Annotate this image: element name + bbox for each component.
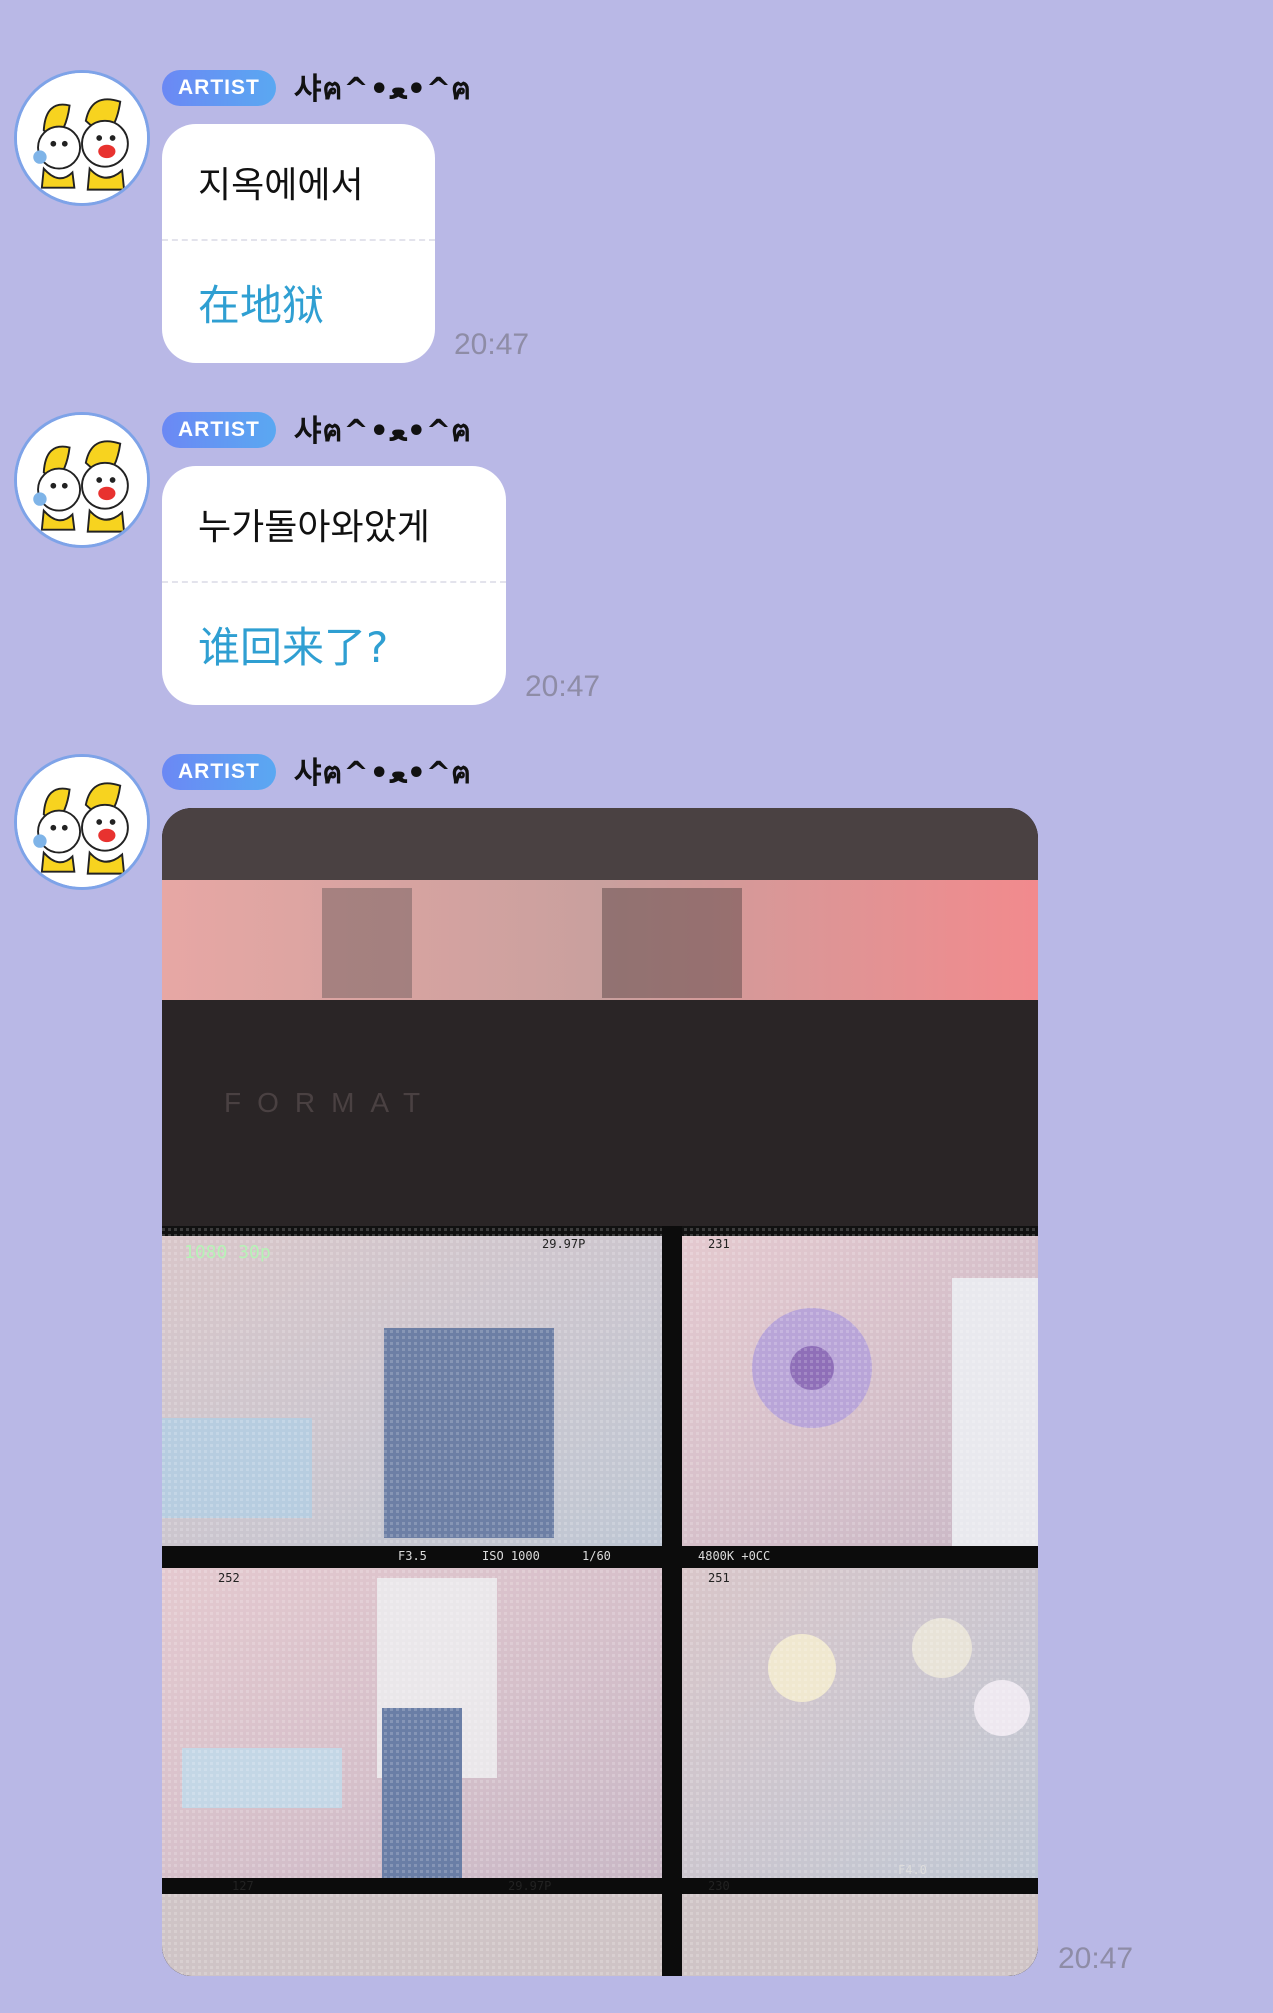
message-bubble[interactable]: 지옥에에서 在地狱 — [162, 124, 435, 363]
monitor-readout: 1080 30p — [184, 1242, 271, 1263]
artist-badge: ARTIST — [162, 70, 276, 106]
message-header: ARTIST 샤ฅ^•ﻌ•^ฅ — [162, 68, 472, 108]
monitor-readout: F4.0 — [898, 1863, 927, 1877]
monitor-readout: 230 — [708, 1879, 730, 1893]
timestamp: 20:47 — [525, 670, 601, 703]
sender-nickname[interactable]: 샤ฅ^•ﻌ•^ฅ — [294, 748, 472, 797]
monitor-readout: ISO 1000 — [482, 1549, 540, 1563]
monitor-readout: 127 — [232, 1879, 254, 1893]
avatar[interactable] — [14, 412, 150, 548]
monitor-readout: 1/60 — [582, 1549, 611, 1563]
artist-badge: ARTIST — [162, 754, 276, 790]
message-header: ARTIST 샤ฅ^•ﻌ•^ฅ — [162, 410, 472, 450]
monitor-readout: 231 — [708, 1237, 730, 1251]
format-label: FORMAT — [224, 1087, 436, 1118]
sender-nickname[interactable]: 샤ฅ^•ﻌ•^ฅ — [294, 64, 472, 113]
message-header: ARTIST 샤ฅ^•ﻌ•^ฅ — [162, 752, 472, 792]
avatar[interactable] — [14, 70, 150, 206]
timestamp: 20:47 — [1058, 1942, 1134, 1975]
original-text: 누가돌아와았게 — [198, 506, 430, 548]
timestamp: 20:47 — [454, 328, 530, 361]
sender-nickname[interactable]: 샤ฅ^•ﻌ•^ฅ — [294, 406, 472, 455]
monitor-readout: 251 — [708, 1571, 730, 1585]
monitor-readout: 252 — [218, 1571, 240, 1585]
original-text: 지옥에에서 — [198, 164, 364, 206]
monitor-readout: 29.97P — [508, 1879, 551, 1893]
message-bubble[interactable]: 누가돌아와았게 谁回来了? — [162, 466, 506, 705]
translated-text: 谁回来了? — [198, 622, 389, 672]
monitor-readout: 4800K +0CC — [698, 1549, 770, 1563]
translated-text: 在地狱 — [198, 280, 325, 330]
monitor-readout: F3.5 — [398, 1549, 427, 1563]
monitor-readout: 29.97P — [542, 1237, 585, 1251]
avatar[interactable] — [14, 754, 150, 890]
message-photo[interactable]: FORMAT 1080 30p 29.97P 231 252 251 29.97… — [162, 808, 1038, 1976]
artist-badge: ARTIST — [162, 412, 276, 448]
